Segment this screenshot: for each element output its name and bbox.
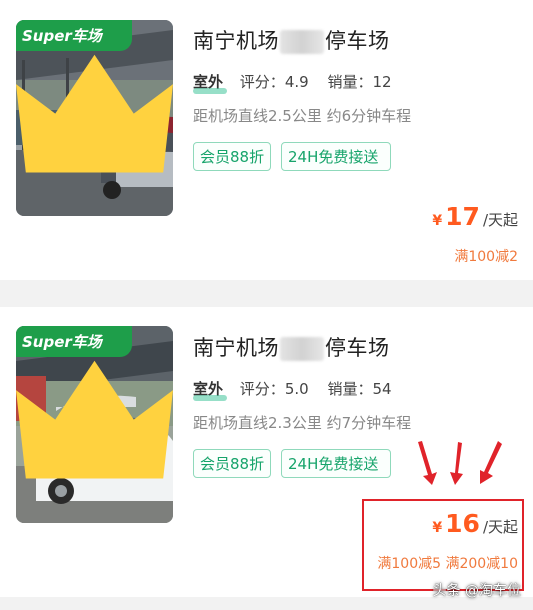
redacted-name: [280, 30, 324, 54]
outdoor-label: 室外: [193, 380, 227, 401]
super-parking-badge: Super车场: [16, 20, 173, 173]
outdoor-label: 室外: [193, 73, 227, 94]
rating-value: 5.0: [284, 380, 309, 398]
super-parking-badge: Super车场: [16, 326, 173, 479]
distance-info: 距机场直线2.3公里 约7分钟车程: [193, 414, 412, 432]
crown-icon: [16, 54, 173, 173]
redacted-name: [280, 337, 324, 361]
watermark: 头条 @淘车位: [432, 583, 521, 599]
price-unit: /天起: [482, 211, 518, 229]
price-value: 17: [445, 202, 480, 231]
sales-label: 销量：: [327, 380, 373, 398]
sales-label: 销量：: [327, 73, 373, 91]
parking-lot-photo: Super车场: [16, 20, 173, 216]
promo-discount: 满100减2: [454, 249, 518, 265]
crown-icon: [16, 360, 173, 479]
currency-symbol: ¥: [432, 213, 443, 229]
distance-info: 距机场直线2.5公里 约6分钟车程: [193, 107, 412, 125]
listing-title[interactable]: 南宁机场 停车场: [193, 25, 390, 55]
parking-listing-card[interactable]: Super车场 南宁机场 停车场 室外 评分：4.9 销量：12 距机场直线2.5…: [0, 0, 533, 280]
listing-meta: 室外 评分：4.9 销量：12: [193, 71, 392, 94]
parking-lot-photo: Super车场: [16, 326, 173, 523]
listing-meta: 室外 评分：5.0 销量：54: [193, 378, 392, 401]
free-shuttle-tag: 24H免费接送: [281, 142, 391, 171]
listing-title[interactable]: 南宁机场 停车场: [193, 332, 390, 362]
member-discount-tag: 会员88折: [193, 142, 271, 171]
rating-label: 评分：: [239, 73, 285, 91]
annotation-arrows-icon: [418, 441, 502, 485]
daily-price: ¥17/天起: [432, 202, 518, 231]
sales-value: 12: [372, 73, 392, 91]
rating-value: 4.9: [284, 73, 309, 91]
price-highlight-box: [362, 499, 524, 591]
rating-label: 评分：: [239, 380, 285, 398]
member-discount-tag: 会员88折: [193, 449, 271, 478]
sales-value: 54: [372, 380, 392, 398]
free-shuttle-tag: 24H免费接送: [281, 449, 391, 478]
